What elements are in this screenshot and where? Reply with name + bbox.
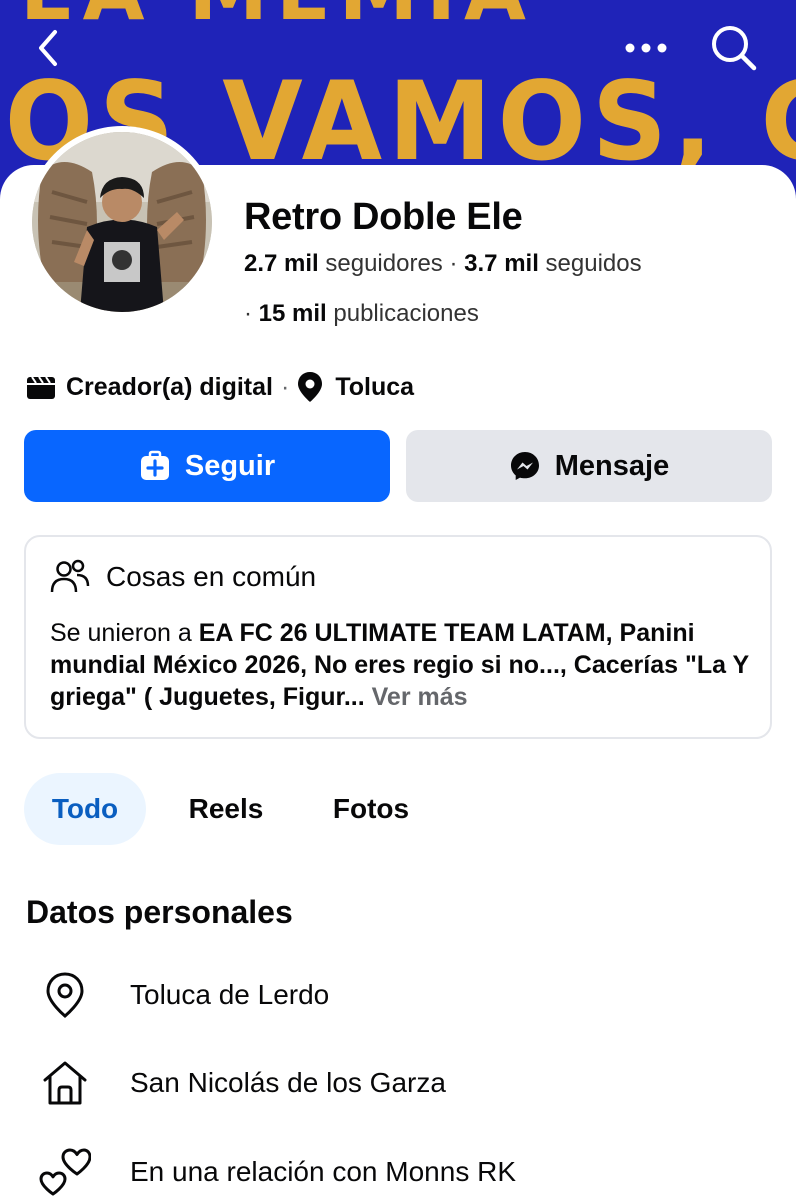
more-dots-icon (625, 43, 667, 53)
clapperboard-icon (27, 376, 55, 399)
location-pin-icon (46, 972, 84, 1018)
cover-text-top: EA MEMIA (20, 0, 534, 38)
common-things-card[interactable]: Cosas en común Se unieron a EA FC 26 ULT… (24, 535, 772, 739)
tab-reels[interactable]: Reels (170, 773, 282, 845)
follow-stats[interactable]: 2.7 mil seguidores · 3.7 mil seguidos (244, 250, 642, 278)
following-label: seguidos (545, 250, 642, 277)
location-pin-icon (298, 372, 323, 402)
common-prefix: Se unieron a (50, 619, 199, 647)
home-icon (43, 1061, 87, 1105)
chevron-left-icon (39, 30, 57, 66)
category-text: Creador(a) digital (66, 372, 273, 401)
stats-separator: · (449, 250, 458, 277)
people-icon (50, 559, 90, 593)
avatar[interactable] (26, 126, 218, 318)
info-row-text: San Nicolás de los Garza (130, 1067, 446, 1098)
info-row-text: En una relación con Monns RK (130, 1156, 516, 1187)
back-button[interactable] (20, 20, 76, 76)
follow-button-label: Seguir (184, 449, 276, 482)
messenger-icon (510, 452, 539, 480)
tab-todo[interactable]: Todo (24, 773, 146, 845)
followers-count: 2.7 mil (244, 250, 319, 277)
more-options-button[interactable] (618, 20, 674, 76)
following-count: 3.7 mil (464, 250, 539, 277)
posts-stats: · 15 mil publicaciones (244, 300, 479, 328)
posts-label: publicaciones (333, 300, 479, 327)
avatar-illustration (32, 132, 212, 312)
common-body: Se unieron a EA FC 26 ULTIMATE TEAM LATA… (50, 617, 760, 713)
profile-meta: Creador(a) digital · Toluca (26, 370, 414, 404)
tab-fotos[interactable]: Fotos (314, 773, 428, 845)
profile-picture (32, 132, 212, 312)
search-button[interactable] (706, 20, 762, 76)
search-icon (712, 26, 757, 71)
meta-separator: · (280, 372, 290, 401)
posts-count: 15 mil (258, 300, 327, 327)
posts-separator: · (244, 300, 252, 327)
info-row-home[interactable]: San Nicolás de los Garza (36, 1053, 446, 1113)
followers-label: seguidores (325, 250, 443, 277)
section-title: Datos personales (26, 894, 293, 930)
see-more-link[interactable]: Ver más (365, 683, 468, 711)
message-button[interactable]: Mensaje (406, 430, 772, 502)
follow-button[interactable]: Seguir (24, 430, 390, 502)
message-button-label: Mensaje (554, 449, 670, 482)
info-row-relationship[interactable]: En una relación con Monns RK (36, 1142, 516, 1200)
hearts-icon (39, 1148, 91, 1196)
follow-icon (140, 450, 169, 480)
profile-name: Retro Doble Ele (244, 196, 523, 238)
common-title: Cosas en común (106, 561, 317, 592)
info-row-location[interactable]: Toluca de Lerdo (36, 965, 329, 1025)
location-text[interactable]: Toluca (335, 373, 414, 402)
info-row-text: Toluca de Lerdo (130, 979, 330, 1010)
